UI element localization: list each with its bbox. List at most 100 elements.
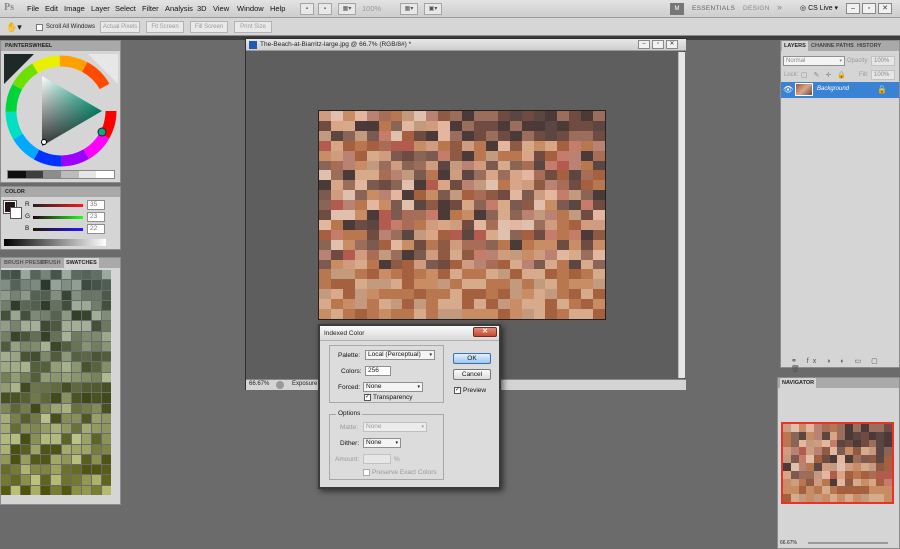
palette-value: Local (Perceptual) [368,351,421,358]
menu-window[interactable]: Window [237,4,264,13]
cancel-button[interactable]: Cancel [453,369,491,380]
r-slider[interactable] [33,204,83,207]
doc-close-icon[interactable]: ✕ [666,40,678,49]
menu-filter[interactable]: Filter [142,4,159,13]
lock-label: Lock: [784,72,799,78]
minibridge-icon[interactable]: ▪ [318,3,332,15]
navigator-tab[interactable]: NAVIGATOR [780,378,817,388]
color-wheel[interactable] [4,54,118,172]
document-zoom[interactable]: 66.67% [249,381,269,387]
palette-select[interactable]: Local (Perceptual) ▾ [365,350,435,360]
amount-label: Amount: [335,456,360,463]
color-ramp[interactable] [4,239,106,246]
document-canvas-image[interactable] [318,110,606,320]
actual-pixels-button[interactable]: Actual Pixels [100,21,140,33]
forced-value: None [366,383,382,390]
preview-checkbox[interactable]: ✓ [454,387,461,394]
history-tab[interactable]: HISTORY [855,41,883,51]
layer-row-background[interactable]: 👁 Background 🔒 [781,82,899,98]
status-info-icon[interactable] [276,381,284,389]
brush-tab[interactable]: BRUSH [39,258,63,268]
cs-live-menu[interactable]: ◎ CS Live ▾ [800,4,838,12]
palette-label: Palette: [338,352,361,359]
menu-3d[interactable]: 3D [197,4,207,13]
dither-value: None [366,439,382,446]
lock-icons[interactable]: ▢ ✎ ✛ 🔒 [801,71,848,79]
colors-input[interactable]: 256 [365,366,391,376]
vertical-scrollbar[interactable] [678,52,685,378]
g-slider[interactable] [33,216,83,219]
swatch-grid[interactable] [1,270,111,495]
dialog-titlebar: Indexed Color ✕ [320,326,499,341]
color-history-strip[interactable] [7,170,115,179]
doc-minimize-icon[interactable]: – [638,40,650,49]
transparency-checkbox[interactable]: ✓ [364,394,371,401]
matte-label: Matte: [340,424,359,431]
menu-select[interactable]: Select [115,4,136,13]
menu-edit[interactable]: Edit [45,4,58,13]
menu-analysis[interactable]: Analysis [165,4,193,13]
menu-image[interactable]: Image [64,4,85,13]
menu-layer[interactable]: Layer [91,4,110,13]
g-label: G [25,213,31,220]
doc-restore-icon[interactable]: ▫ [652,40,664,49]
amount-input[interactable] [363,454,391,464]
dialog-close-icon[interactable]: ✕ [473,327,497,337]
fill-screen-button[interactable]: Fill Screen [190,21,228,33]
painterswheel-panel: PAINTERSWHEEL [0,40,121,183]
document-title: The-Beach-at-Biarritz-large.jpg @ 66.7% … [260,41,412,48]
bridge-icon[interactable]: ▪ [300,3,314,15]
more-workspaces-icon[interactable]: » [777,2,782,12]
paths-tab[interactable]: PATHS [834,41,856,51]
amount-unit: % [394,456,400,463]
workspace-essentials[interactable]: ESSENTIALS [692,5,735,12]
menu-view[interactable]: View [213,4,229,13]
painterswheel-tab[interactable]: PAINTERSWHEEL [3,41,54,51]
workspace-icon[interactable]: M [670,3,684,15]
arrange-documents-icon[interactable]: ▦▾ [400,3,418,15]
print-size-button[interactable]: Print Size [234,21,272,33]
screen-mode-icon[interactable]: ▣▾ [424,3,442,15]
visibility-eye-icon[interactable]: 👁 [783,85,793,95]
menu-bar: Ps File Edit Image Layer Select Filter A… [0,0,900,18]
b-slider[interactable] [33,228,83,231]
blend-mode-select[interactable]: Normal ▾ [783,56,845,66]
color-tab[interactable]: COLOR [3,187,27,197]
navigator-preview[interactable] [781,422,894,504]
view-extras-icon[interactable]: ▦▾ [338,3,356,15]
fit-screen-button[interactable]: Fit Screen [146,21,184,33]
scroll-all-checkbox[interactable] [36,24,43,31]
layers-tab[interactable]: LAYERS [782,41,808,51]
ok-button[interactable]: OK [453,353,491,364]
g-value[interactable]: 23 [87,212,105,222]
r-value[interactable]: 35 [87,200,105,210]
forced-select[interactable]: None ▾ [363,382,423,392]
navigator-panel: NAVIGATOR 66.67% [777,377,900,549]
preview-label: Preview [463,387,487,394]
background-color-swatch[interactable] [10,207,22,219]
preserve-exact-colors-checkbox[interactable] [363,469,370,476]
opacity-label: Opacity: [847,58,870,64]
layer-actions-toolbar[interactable]: ⚭ fx ◑ ◐ ▭ ▢ 🗑 [791,357,899,373]
dither-select[interactable]: None ▾ [363,438,401,448]
navigator-zoom-slider[interactable] [808,542,888,544]
close-icon[interactable]: ✕ [878,3,892,14]
b-value[interactable]: 22 [87,224,105,234]
layer-name[interactable]: Background [817,86,849,92]
channels-tab[interactable]: CHANNE [809,41,837,51]
restore-icon[interactable]: ▫ [862,3,876,14]
menu-file[interactable]: File [27,4,39,13]
matte-select[interactable]: None ▾ [363,422,427,432]
menu-help[interactable]: Help [270,4,285,13]
fill-input[interactable]: 100% [871,70,895,80]
hand-tool-icon[interactable]: ✋▾ [6,21,26,33]
opacity-input[interactable]: 100% [871,56,895,66]
minimize-icon[interactable]: – [846,3,860,14]
options-bar: ✋▾ Scroll All Windows Actual Pixels Fit … [0,18,900,36]
workspace-design[interactable]: DESIGN [743,5,770,12]
forced-label: Forced: [338,384,361,391]
scroll-all-label: Scroll All Windows [46,24,96,30]
navigator-zoom[interactable]: 66.67% [780,540,797,546]
swatches-tab[interactable]: SWATCHES [64,258,99,268]
zoom-level[interactable]: 100% [362,4,381,13]
